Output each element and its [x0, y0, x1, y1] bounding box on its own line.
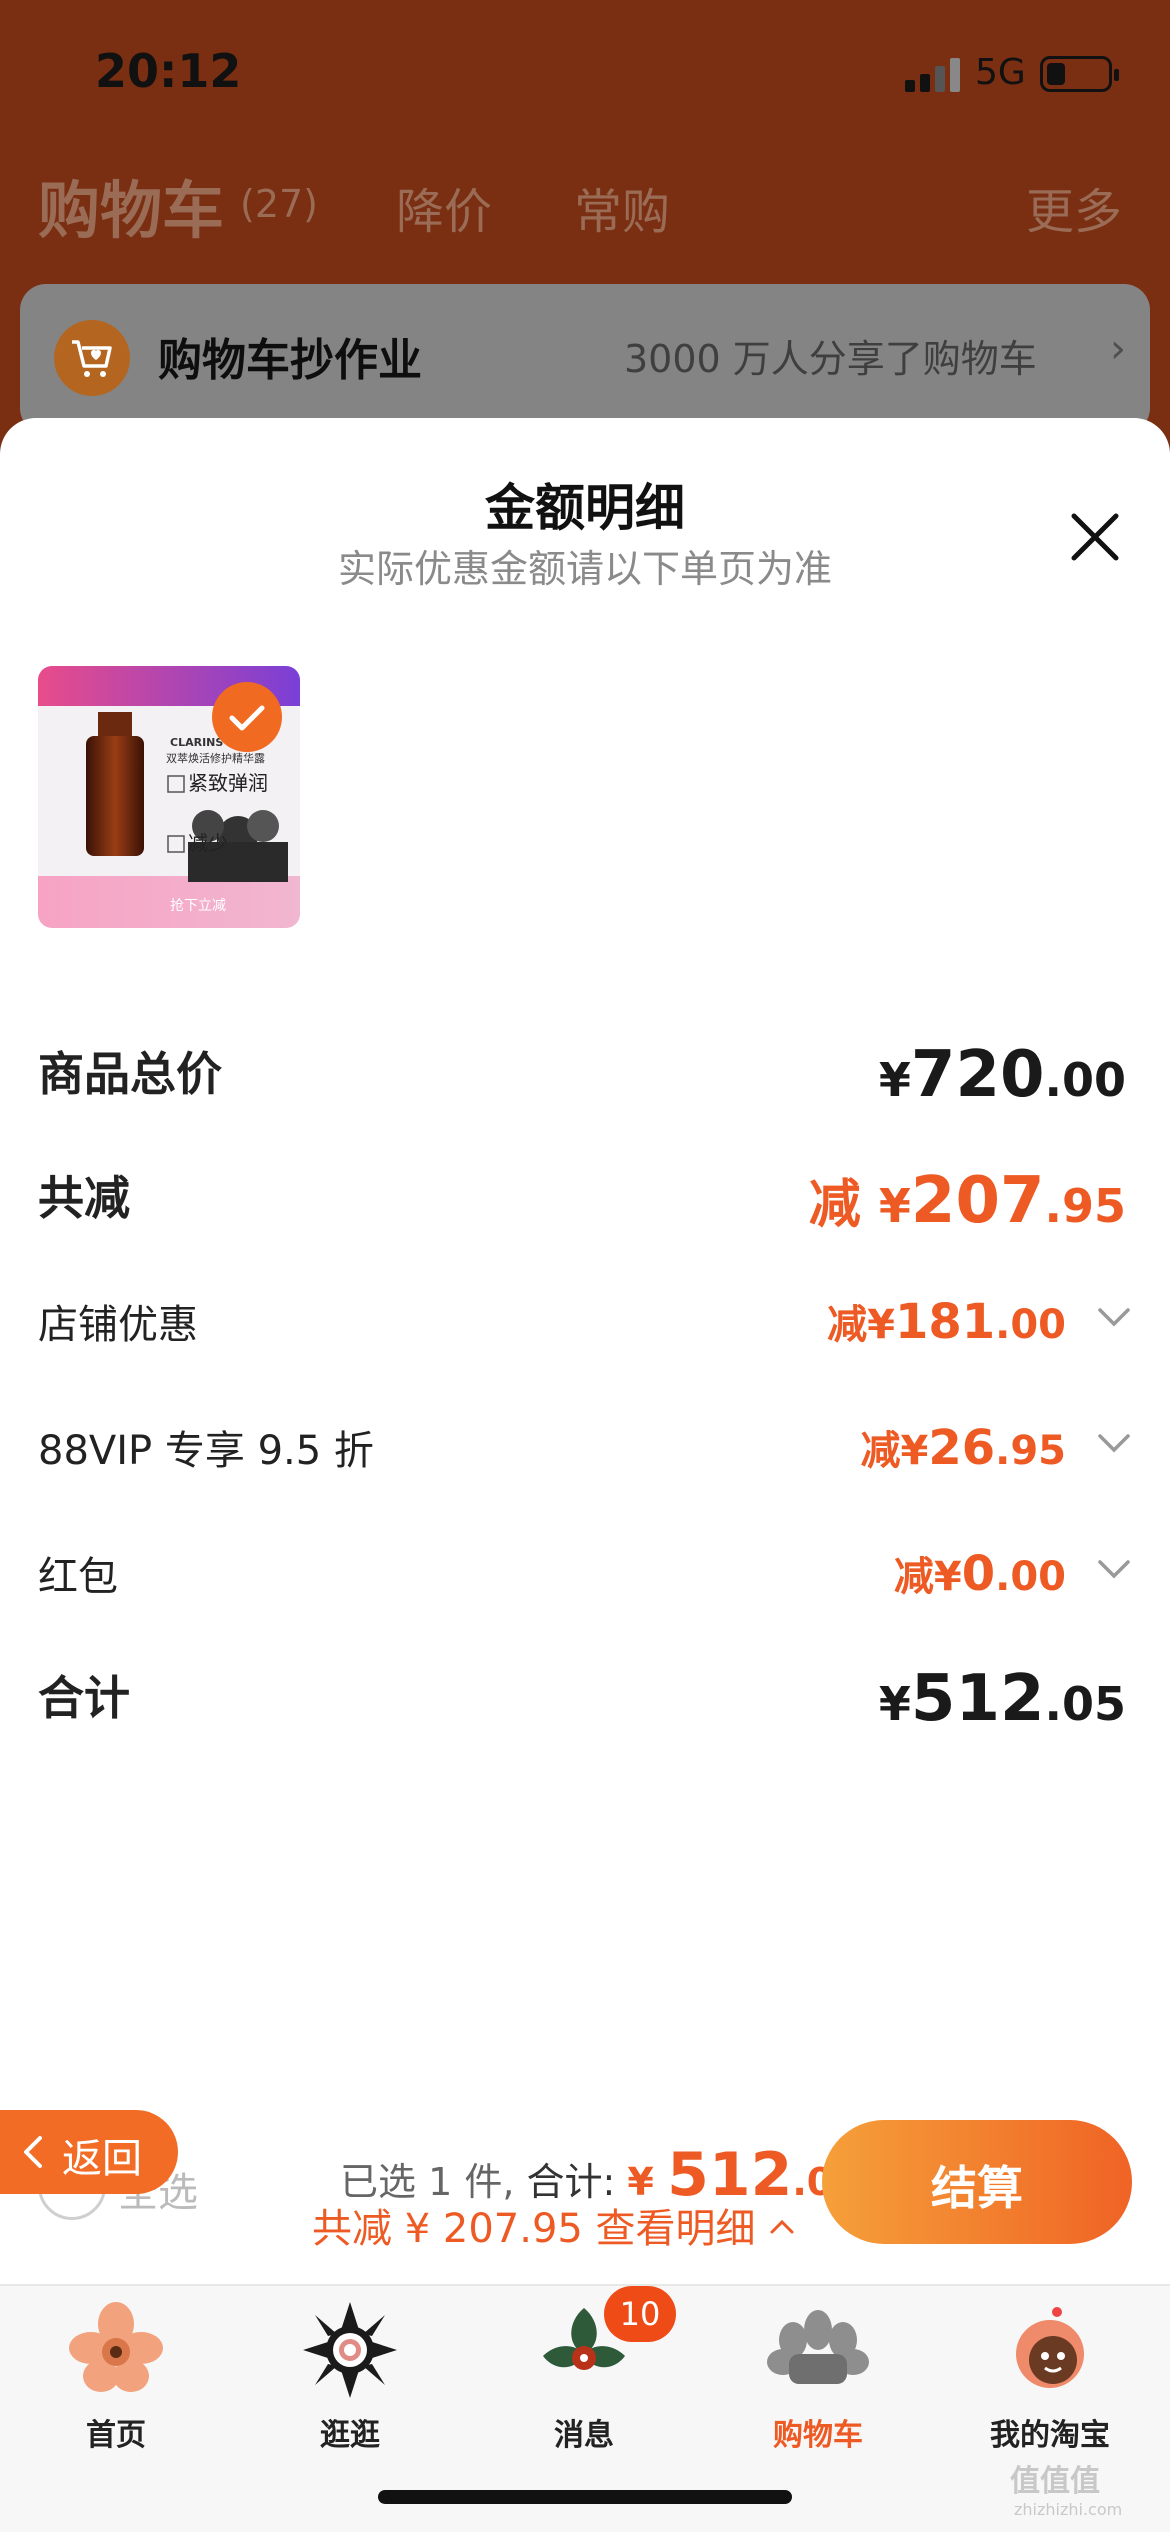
chevron-up-icon — [770, 2219, 794, 2234]
battery-icon — [1040, 56, 1119, 92]
row-amount: ¥512.05 — [878, 1662, 1126, 1736]
my-taobao-icon — [995, 2300, 1105, 2400]
row-amount: 减¥26.95 — [860, 1420, 1067, 1476]
product-feature-2: 减少 — [188, 831, 228, 855]
back-button[interactable]: 返回 — [0, 2110, 178, 2194]
tab-label: 首页 — [86, 2418, 146, 2453]
browse-flower-icon — [295, 2300, 405, 2400]
cart-homework-banner[interactable]: 购物车抄作业 3000 万人分享了购物车 › — [20, 284, 1150, 434]
chevron-left-icon — [24, 2136, 42, 2168]
cart-title: 购物车 — [38, 174, 225, 247]
cart-heart-icon — [54, 320, 130, 396]
row-label: 合计 — [38, 1671, 130, 1725]
chevron-right-icon: › — [1110, 326, 1126, 372]
chevron-down-icon[interactable] — [1094, 1424, 1134, 1464]
cellular-signal-icon — [905, 56, 961, 92]
row-label: 商品总价 — [38, 1047, 222, 1101]
tab-label: 我的淘宝 — [990, 2418, 1110, 2453]
tab-label: 购物车 — [773, 2418, 863, 2453]
row-label: 88VIP 专享 9.5 折 — [38, 1428, 374, 1474]
more-button[interactable]: 更多 — [1026, 172, 1122, 242]
close-icon[interactable] — [1068, 510, 1122, 564]
tab-my-taobao[interactable]: 我的淘宝 — [950, 2300, 1150, 2454]
home-indicator — [378, 2490, 792, 2504]
tab-label: 消息 — [554, 2418, 614, 2453]
view-details-link[interactable]: 共减 ¥ 207.95 查看明细 — [312, 2196, 796, 2254]
tab-price-drop[interactable]: 降价 — [396, 172, 492, 242]
row-label: 红包 — [38, 1554, 118, 1600]
tab-label: 逛逛 — [320, 2418, 380, 2453]
tab-browse[interactable]: 逛逛 — [250, 2300, 450, 2454]
home-flower-icon — [61, 2300, 171, 2400]
chevron-down-icon[interactable] — [1094, 1298, 1134, 1338]
row-amount: 减¥0.00 — [893, 1546, 1066, 1602]
savings-text: 共减 ¥ 207.95 查看明细 — [312, 2206, 756, 2252]
network-type: 5G — [975, 52, 1026, 93]
product-name: 双萃焕活修护精华露 — [166, 751, 265, 765]
row-amount: 减¥181.00 — [827, 1294, 1066, 1350]
status-bar: 20:12 5G — [0, 0, 1170, 140]
product-feature-1: 紧致弹润 — [188, 771, 268, 795]
sheet-subtitle: 实际优惠金额请以下单页为准 — [337, 547, 832, 591]
cart-flower-icon — [763, 2300, 873, 2400]
watermark-domain: zhizhizhi.com — [1014, 2500, 1123, 2519]
status-time: 20:12 — [95, 44, 242, 98]
row-label: 共减 — [38, 1171, 130, 1225]
checkout-label: 结算 — [931, 2161, 1023, 2215]
watermark-logo: 值值值 — [1010, 2464, 1100, 2499]
row-label: 店铺优惠 — [38, 1302, 198, 1348]
cart-header: 购物车 (27) 降价 常购 更多 — [0, 150, 1170, 260]
checkout-button[interactable]: 结算 — [822, 2120, 1132, 2244]
homework-title: 购物车抄作业 — [158, 335, 422, 386]
product-cta: 抢下立减 — [170, 897, 226, 914]
tab-cart[interactable]: 购物车 — [718, 2300, 918, 2454]
row-amount: ¥720.00 — [878, 1038, 1126, 1112]
selected-check-icon[interactable] — [212, 682, 282, 752]
tab-home[interactable]: 首页 — [16, 2300, 216, 2454]
homework-subtitle: 3000 万人分享了购物车 — [624, 337, 1037, 381]
chevron-down-icon[interactable] — [1094, 1550, 1134, 1590]
row-amount: 减 ¥207.95 — [808, 1164, 1126, 1238]
back-label: 返回 — [62, 2136, 142, 2182]
tab-frequent[interactable]: 常购 — [574, 172, 670, 242]
cart-count: (27) — [240, 182, 319, 226]
sheet-title: 金额明细 — [485, 479, 685, 537]
message-badge: 10 — [604, 2286, 676, 2342]
